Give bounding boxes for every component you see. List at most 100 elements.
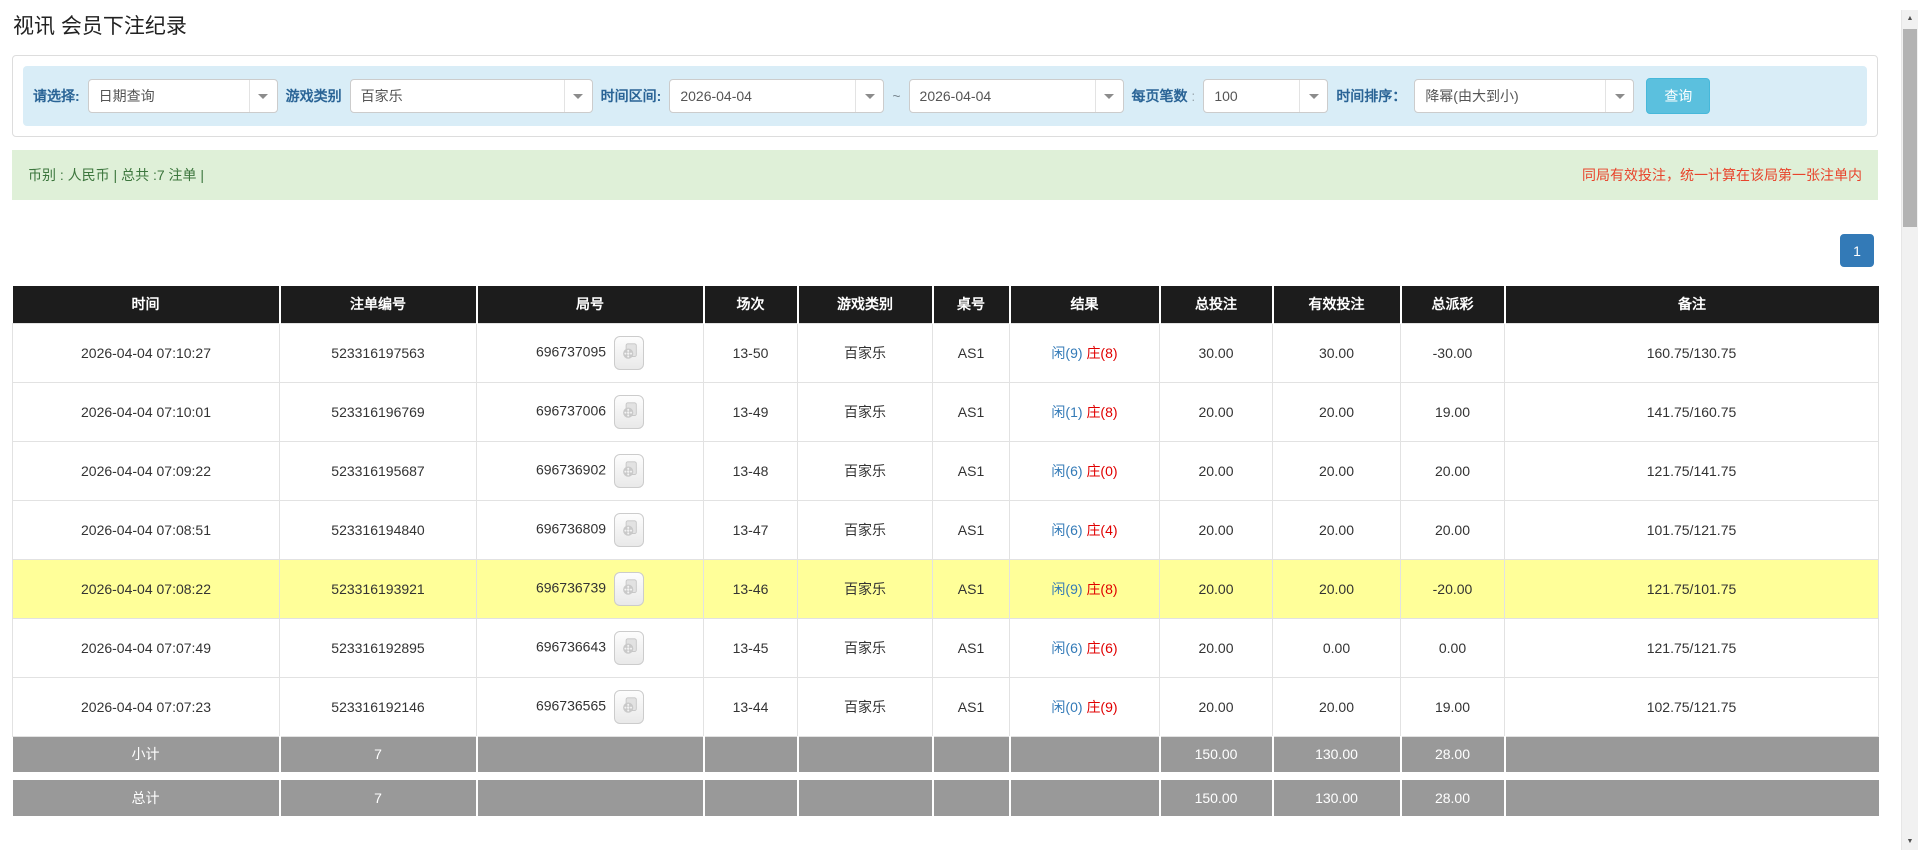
total-bet-link[interactable]: 20.00 <box>1160 559 1273 618</box>
total-bet-link[interactable]: 20.00 <box>1160 618 1273 677</box>
summary-row: 小计7150.00130.0028.00 <box>13 736 1879 772</box>
summary-currency-count: 币别 : 人民币 | 总共 :7 注单 | <box>28 165 204 185</box>
video-replay-icon <box>621 402 638 419</box>
table-row: 2026-04-04 07:08:22523316193921696736739… <box>13 559 1879 618</box>
search-button[interactable]: 查询 <box>1646 78 1710 114</box>
video-replay-button[interactable] <box>614 513 644 547</box>
arrow-up-icon[interactable]: ▲ <box>1902 10 1918 27</box>
payout-cell: 20.00 <box>1401 441 1505 500</box>
round-cell: 696736739 <box>477 559 704 618</box>
table-row: 2026-04-04 07:07:49523316192895696736643… <box>13 618 1879 677</box>
result-player: 闲(6) <box>1051 640 1082 656</box>
valid-bet-cell: 20.00 <box>1273 500 1401 559</box>
game-type-cell: 百家乐 <box>798 618 933 677</box>
result-banker: 庄(8) <box>1086 345 1117 361</box>
game-type-select[interactable]: 百家乐 <box>350 79 593 113</box>
date-from-value: 2026-04-04 <box>680 88 752 104</box>
result-player: 闲(9) <box>1051 345 1082 361</box>
total-bet-link[interactable]: 20.00 <box>1160 382 1273 441</box>
result-banker: 庄(6) <box>1086 640 1117 656</box>
footer-count: 7 <box>280 780 477 816</box>
note-cell: 121.75/101.75 <box>1505 559 1879 618</box>
video-replay-button[interactable] <box>614 395 644 429</box>
sort-select[interactable]: 降幂(由大到小) <box>1414 79 1634 113</box>
game-type-cell: 百家乐 <box>798 441 933 500</box>
footer-empty-cell <box>1505 736 1879 772</box>
footer-empty-cell <box>704 780 798 816</box>
game-type-cell: 百家乐 <box>798 382 933 441</box>
footer-spacer <box>13 772 1879 780</box>
game-type-label: 游戏类别 <box>286 86 342 106</box>
session-cell: 13-46 <box>704 559 798 618</box>
video-replay-icon <box>621 461 638 478</box>
sort-value: 降幂(由大到小) <box>1425 86 1518 106</box>
bet-records-table: 时间注单编号局号场次游戏类别桌号结果总投注有效投注总派彩备注 2026-04-0… <box>12 286 1879 816</box>
table-no-cell: AS1 <box>933 382 1010 441</box>
footer-empty-cell <box>704 736 798 772</box>
bet-id-cell: 523316195687 <box>280 441 477 500</box>
page-title: 视讯 会员下注纪录 <box>13 10 1918 40</box>
valid-bet-cell: 30.00 <box>1273 323 1401 382</box>
scrollbar-thumb[interactable] <box>1903 29 1917 227</box>
video-replay-button[interactable] <box>614 631 644 665</box>
summary-row: 总计7150.00130.0028.00 <box>13 780 1879 816</box>
footer-valid-bet: 130.00 <box>1273 780 1401 816</box>
time-cell: 2026-04-04 07:09:22 <box>13 441 280 500</box>
footer-count: 7 <box>280 736 477 772</box>
table-row: 2026-04-04 07:10:01523316196769696737006… <box>13 382 1879 441</box>
column-header: 游戏类别 <box>798 286 933 323</box>
result-cell: 闲(6) 庄(0) <box>1010 441 1160 500</box>
chevron-down-icon <box>564 80 592 112</box>
session-cell: 13-44 <box>704 677 798 736</box>
total-bet-link[interactable]: 20.00 <box>1160 677 1273 736</box>
bet-id-cell: 523316193921 <box>280 559 477 618</box>
result-banker: 庄(8) <box>1086 404 1117 420</box>
result-banker: 庄(0) <box>1086 463 1117 479</box>
game-type-value: 百家乐 <box>361 86 403 106</box>
table-row: 2026-04-04 07:07:23523316192146696736565… <box>13 677 1879 736</box>
round-id: 696736809 <box>536 520 606 536</box>
round-cell: 696736565 <box>477 677 704 736</box>
table-header: 时间注单编号局号场次游戏类别桌号结果总投注有效投注总派彩备注 <box>13 286 1879 323</box>
bet-id-cell: 523316192146 <box>280 677 477 736</box>
round-id: 696736739 <box>536 579 606 595</box>
video-replay-button[interactable] <box>614 454 644 488</box>
total-bet-link[interactable]: 20.00 <box>1160 500 1273 559</box>
video-replay-icon <box>621 343 638 360</box>
result-player: 闲(1) <box>1051 404 1082 420</box>
scrollbar[interactable]: ▲ ▼ <box>1901 10 1918 850</box>
video-replay-button[interactable] <box>614 336 644 370</box>
table-footer: 小计7150.00130.0028.00总计7150.00130.0028.00 <box>13 736 1879 816</box>
note-cell: 102.75/121.75 <box>1505 677 1879 736</box>
filter-panel: 请选择: 日期查询 游戏类别 百家乐 时间区间: 2026-04-04 ~ 20… <box>12 55 1878 137</box>
footer-empty-cell <box>798 780 933 816</box>
query-type-select[interactable]: 日期查询 <box>88 79 278 113</box>
result-player: 闲(6) <box>1051 522 1082 538</box>
date-to-picker[interactable]: 2026-04-04 <box>909 79 1124 113</box>
note-cell: 121.75/141.75 <box>1505 441 1879 500</box>
column-header: 时间 <box>13 286 280 323</box>
payout-cell: 0.00 <box>1401 618 1505 677</box>
video-replay-button[interactable] <box>614 690 644 724</box>
round-id: 696736902 <box>536 461 606 477</box>
session-cell: 13-47 <box>704 500 798 559</box>
date-from-picker[interactable]: 2026-04-04 <box>669 79 884 113</box>
column-header: 有效投注 <box>1273 286 1401 323</box>
page-size-select[interactable]: 100 <box>1203 79 1328 113</box>
table-row: 2026-04-04 07:08:51523316194840696736809… <box>13 500 1879 559</box>
footer-total-bet: 150.00 <box>1160 780 1273 816</box>
footer-payout: 28.00 <box>1401 736 1505 772</box>
time-cell: 2026-04-04 07:08:51 <box>13 500 280 559</box>
note-cell: 101.75/121.75 <box>1505 500 1879 559</box>
table-no-cell: AS1 <box>933 441 1010 500</box>
time-cell: 2026-04-04 07:10:01 <box>13 382 280 441</box>
page-1-button[interactable]: 1 <box>1840 234 1874 267</box>
round-cell: 696736902 <box>477 441 704 500</box>
arrow-down-icon[interactable]: ▼ <box>1902 833 1918 850</box>
total-bet-link[interactable]: 30.00 <box>1160 323 1273 382</box>
total-bet-link[interactable]: 20.00 <box>1160 441 1273 500</box>
valid-bet-cell: 20.00 <box>1273 382 1401 441</box>
round-cell: 696736643 <box>477 618 704 677</box>
column-header: 桌号 <box>933 286 1010 323</box>
video-replay-button[interactable] <box>614 572 644 606</box>
